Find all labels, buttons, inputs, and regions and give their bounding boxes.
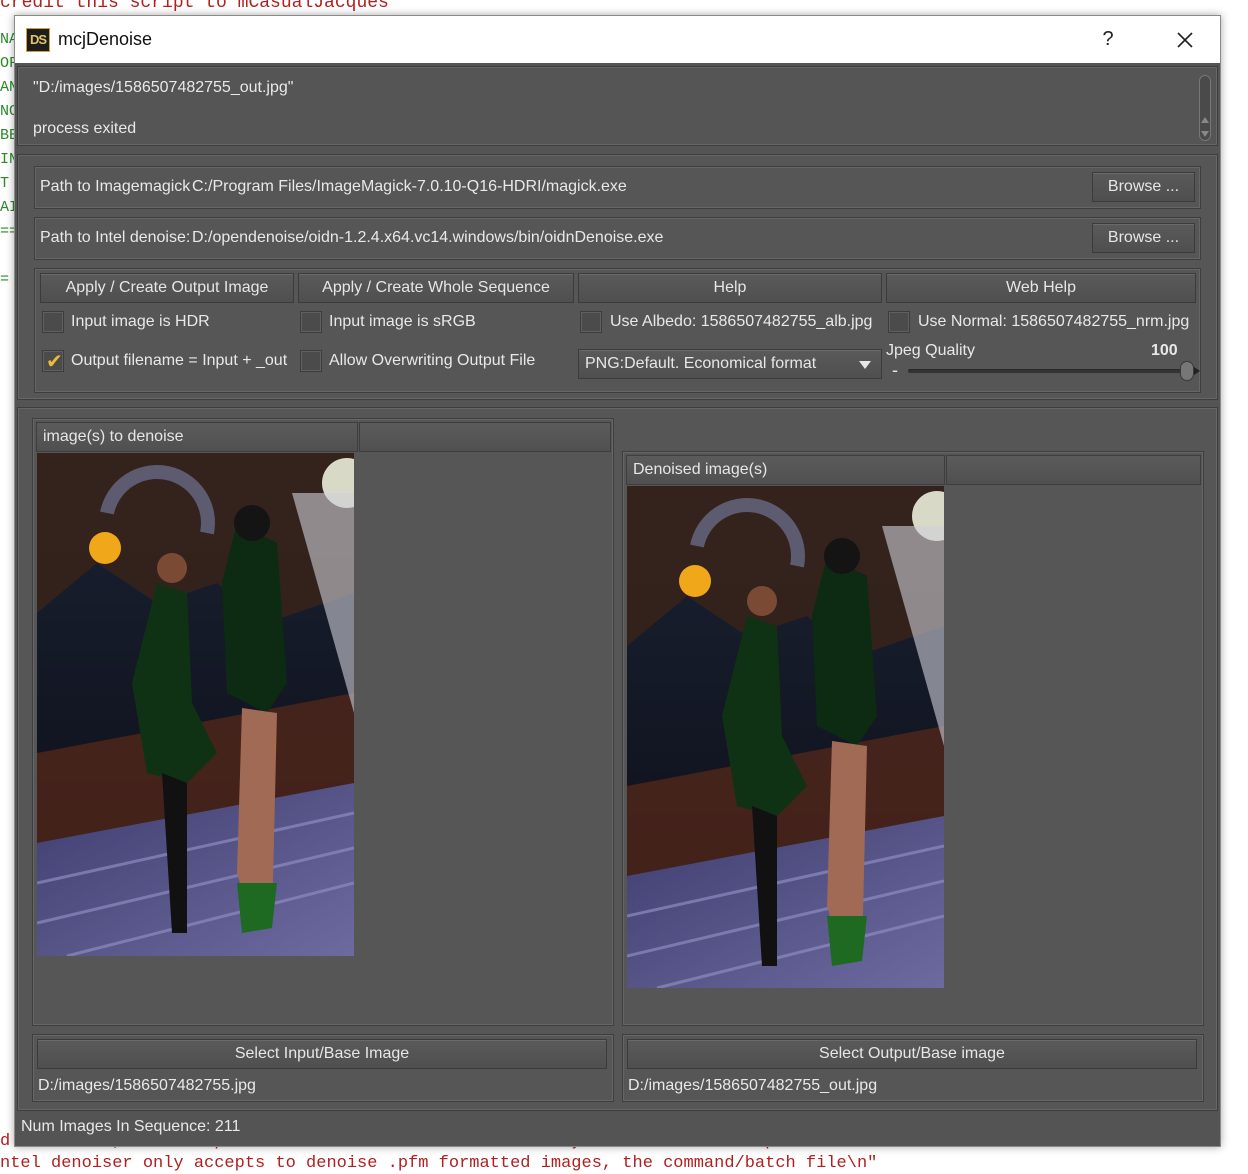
allow-overwrite-label: Allow Overwriting Output File xyxy=(329,352,536,369)
log-line: process exited xyxy=(33,120,137,137)
imagemagick-path-value: C:/Program Files/ImageMagick-7.0.10-Q16-… xyxy=(192,178,627,195)
jpeg-quality-value: 100 xyxy=(1151,342,1178,359)
intel-denoise-path-value: D:/opendenoise/oidn-1.2.4.x64.vc14.windo… xyxy=(192,229,664,246)
jpeg-quality-min-symbol: - xyxy=(892,360,898,380)
scene-image xyxy=(627,486,944,988)
settings-panel: Path to Imagemagick C:/Program Files/Ima… xyxy=(17,154,1218,400)
log-scrollbar[interactable] xyxy=(1199,75,1211,141)
log-output[interactable]: "D:/images/1586507482755_out.jpg" proces… xyxy=(17,66,1218,146)
close-x-icon xyxy=(1177,31,1193,48)
images-panel: image(s) to denoise Denoised image(s) Se… xyxy=(17,407,1218,1111)
output-filename-checkbox[interactable]: ✔ xyxy=(42,350,64,372)
input-srgb-label: Input image is sRGB xyxy=(329,313,476,330)
input-hdr-label: Input image is HDR xyxy=(71,313,210,330)
use-albedo-checkbox[interactable] xyxy=(580,311,602,333)
input-render-image xyxy=(37,453,354,956)
output-select-panel: Select Output/Base image D:/images/15865… xyxy=(622,1034,1204,1102)
jpeg-quality-slider-handle[interactable] xyxy=(1180,361,1194,381)
help-button[interactable]: Help xyxy=(578,273,882,303)
actions-options-panel: Apply / Create Output Image Apply / Crea… xyxy=(34,268,1201,393)
use-albedo-label: Use Albedo: 1586507482755_alb.jpg xyxy=(610,313,873,330)
num-images-status: Num Images In Sequence: 211 xyxy=(21,1118,241,1135)
title-bar[interactable]: DS mcjDenoise ? xyxy=(15,16,1220,63)
apply-output-image-button[interactable]: Apply / Create Output Image xyxy=(40,273,294,303)
input-image-panel: image(s) to denoise xyxy=(32,418,614,1026)
output-image-path: D:/images/1586507482755_out.jpg xyxy=(628,1077,878,1094)
mcjdenoise-window: DS mcjDenoise ? "D:/images/1586507482755… xyxy=(14,15,1221,1147)
input-select-panel: Select Input/Base Image D:/images/158650… xyxy=(32,1034,614,1102)
help-question-button[interactable]: ? xyxy=(1084,16,1132,63)
output-format-select[interactable]: PNG:Default. Economical format xyxy=(578,349,882,379)
use-normal-checkbox[interactable] xyxy=(888,311,910,333)
log-line: "D:/images/1586507482755_out.jpg" xyxy=(33,79,294,96)
output-filename-label: Output filename = Input + _out xyxy=(71,352,288,369)
use-normal-label: Use Normal: 1586507482755_nrm.jpg xyxy=(918,313,1190,330)
checkmark-icon: ✔ xyxy=(46,351,63,373)
output-format-value: PNG:Default. Economical format xyxy=(585,355,817,372)
input-image-path: D:/images/1586507482755.jpg xyxy=(38,1077,256,1094)
scene-image xyxy=(37,453,354,956)
scroll-up-arrow-icon xyxy=(1201,117,1209,123)
output-image-panel: Denoised image(s) xyxy=(622,451,1204,1026)
background-code-line: ntel denoiser only accepts to denoise .p… xyxy=(0,1154,878,1173)
output-render-image xyxy=(627,486,944,988)
apply-whole-sequence-button[interactable]: Apply / Create Whole Sequence xyxy=(298,273,574,303)
intel-denoise-path-row: Path to Intel denoise: D:/opendenoise/oi… xyxy=(34,217,1201,260)
scroll-down-arrow-icon xyxy=(1201,131,1209,137)
allow-overwrite-checkbox[interactable] xyxy=(300,350,322,372)
chevron-down-icon xyxy=(859,361,871,369)
intel-denoise-path-label: Path to Intel denoise: xyxy=(40,229,191,246)
close-button[interactable] xyxy=(1150,16,1220,63)
imagemagick-path-label: Path to Imagemagick xyxy=(40,178,191,195)
app-icon: DS xyxy=(26,27,50,52)
imagemagick-path-row: Path to Imagemagick C:/Program Files/Ima… xyxy=(34,166,1201,209)
background-code-line: credit this script to mCasualJacques xyxy=(0,0,389,13)
web-help-button[interactable]: Web Help xyxy=(886,273,1196,303)
select-input-image-button[interactable]: Select Input/Base Image xyxy=(37,1039,607,1069)
browse-imagemagick-button[interactable]: Browse ... xyxy=(1092,172,1195,202)
background-code-gutter: NA OF AN NO BE IN T AI == = xyxy=(0,31,14,288)
browse-intel-denoise-button[interactable]: Browse ... xyxy=(1092,223,1195,253)
jpeg-quality-slider[interactable] xyxy=(908,361,1200,381)
window-title: mcjDenoise xyxy=(58,29,153,49)
input-hdr-checkbox[interactable] xyxy=(42,311,64,333)
jpeg-quality-label: Jpeg Quality xyxy=(886,342,975,359)
output-image-header-blank xyxy=(946,455,1201,485)
select-output-image-button[interactable]: Select Output/Base image xyxy=(627,1039,1197,1069)
input-srgb-checkbox[interactable] xyxy=(300,311,322,333)
slider-end-arrow-icon xyxy=(1194,367,1200,375)
output-image-header: Denoised image(s) xyxy=(626,455,945,485)
input-image-header-blank xyxy=(359,422,611,452)
input-image-header: image(s) to denoise xyxy=(36,422,358,452)
